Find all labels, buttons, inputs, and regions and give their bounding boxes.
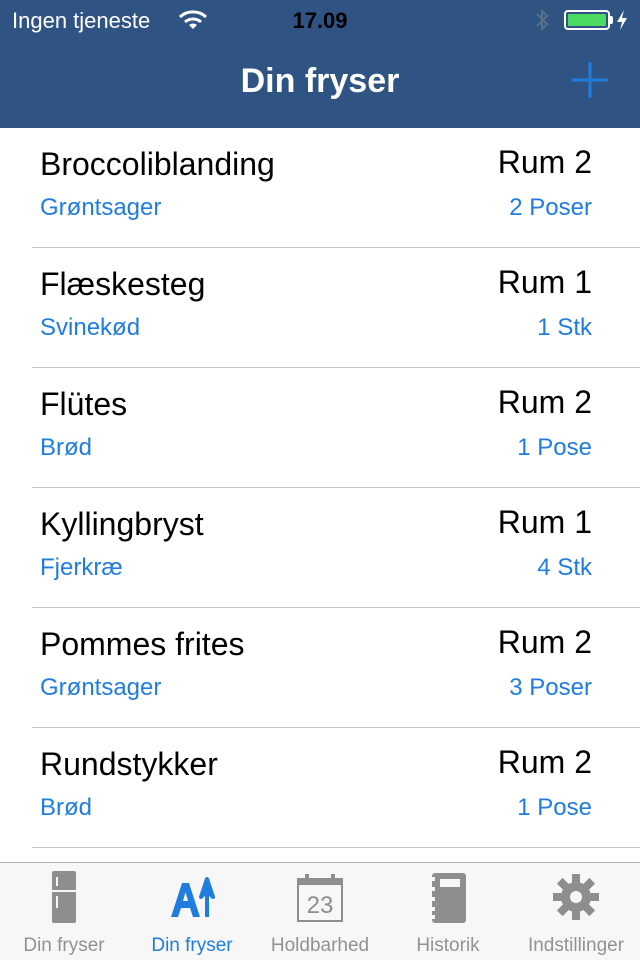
item-quantity: 4 Stk — [537, 554, 592, 581]
tab-label: Holdbarhed — [270, 935, 370, 956]
battery-icon — [564, 10, 610, 30]
item-quantity: 1 Pose — [517, 794, 592, 821]
item-name: Broccoliblanding — [40, 146, 275, 182]
plus-icon[interactable] — [568, 58, 612, 102]
item-room: Rum 1 — [497, 264, 592, 300]
calendar-day: 23 — [307, 892, 334, 919]
battery-tip — [610, 16, 613, 24]
battery-level — [568, 14, 606, 26]
tab-freezer[interactable]: Din fryser — [0, 863, 128, 960]
item-quantity: 3 Poser — [509, 674, 592, 701]
tab-holdbarhed[interactable]: 23 Holdbarhed — [256, 863, 384, 960]
list-item[interactable]: Flæskesteg Rum 1 Svinekød 1 Stk — [0, 248, 640, 368]
status-bar: Ingen tjeneste 17.09 — [0, 0, 640, 40]
list-item[interactable]: Broccoliblanding Rum 2 Grøntsager 2 Pose… — [0, 128, 640, 248]
item-room: Rum 2 — [497, 384, 592, 420]
tab-historik[interactable]: Historik — [384, 863, 512, 960]
page-title: Din fryser — [240, 62, 400, 100]
bluetooth-icon — [536, 8, 549, 32]
charging-icon — [617, 10, 627, 30]
item-room: Rum 2 — [497, 744, 592, 780]
item-category: Brød — [40, 434, 93, 461]
item-category: Fjerkræ — [40, 554, 123, 581]
item-name: Flæskesteg — [40, 266, 206, 302]
item-name: Pommes frites — [40, 626, 245, 662]
tab-label: Indstillinger — [527, 935, 625, 956]
header: Ingen tjeneste 17.09 Din fryser — [0, 0, 640, 128]
item-name: Rundstykker — [40, 746, 218, 782]
item-quantity: 2 Poser — [509, 194, 592, 221]
row-divider — [32, 847, 640, 848]
freezer-list: Broccoliblanding Rum 2 Grøntsager 2 Pose… — [0, 128, 640, 848]
item-category: Grøntsager — [40, 674, 162, 701]
item-room: Rum 2 — [497, 624, 592, 660]
item-category: Brød — [40, 794, 93, 821]
list-item[interactable]: Rundstykker Rum 2 Brød 1 Pose — [0, 728, 640, 848]
item-category: Svinekød — [40, 314, 141, 341]
list-item[interactable]: Kyllingbryst Rum 1 Fjerkræ 4 Stk — [0, 488, 640, 608]
item-room: Rum 1 — [497, 504, 592, 540]
item-quantity: 1 Pose — [517, 434, 592, 461]
gear-icon — [553, 874, 599, 920]
item-room: Rum 2 — [497, 144, 592, 180]
item-name: Kyllingbryst — [40, 506, 204, 542]
tab-sort-alpha[interactable]: Din fryser — [128, 863, 256, 960]
item-quantity: 1 Stk — [537, 314, 592, 341]
tab-indstillinger[interactable]: Indstillinger — [512, 863, 640, 960]
sort-alpha-icon — [171, 877, 215, 917]
list-item[interactable]: Flütes Rum 2 Brød 1 Pose — [0, 368, 640, 488]
tab-label: Din fryser — [151, 935, 233, 956]
item-category: Grøntsager — [40, 194, 162, 221]
tab-bar: Din fryser Din fryser 23 Holdbarhed Hist… — [0, 862, 640, 960]
tab-label: Din fryser — [23, 935, 105, 956]
notebook-icon — [432, 873, 466, 923]
tab-label: Historik — [416, 935, 480, 956]
fridge-icon — [52, 871, 76, 923]
calendar-icon: 23 — [297, 874, 343, 922]
list-item[interactable]: Pommes frites Rum 2 Grøntsager 3 Poser — [0, 608, 640, 728]
item-name: Flütes — [40, 386, 128, 422]
